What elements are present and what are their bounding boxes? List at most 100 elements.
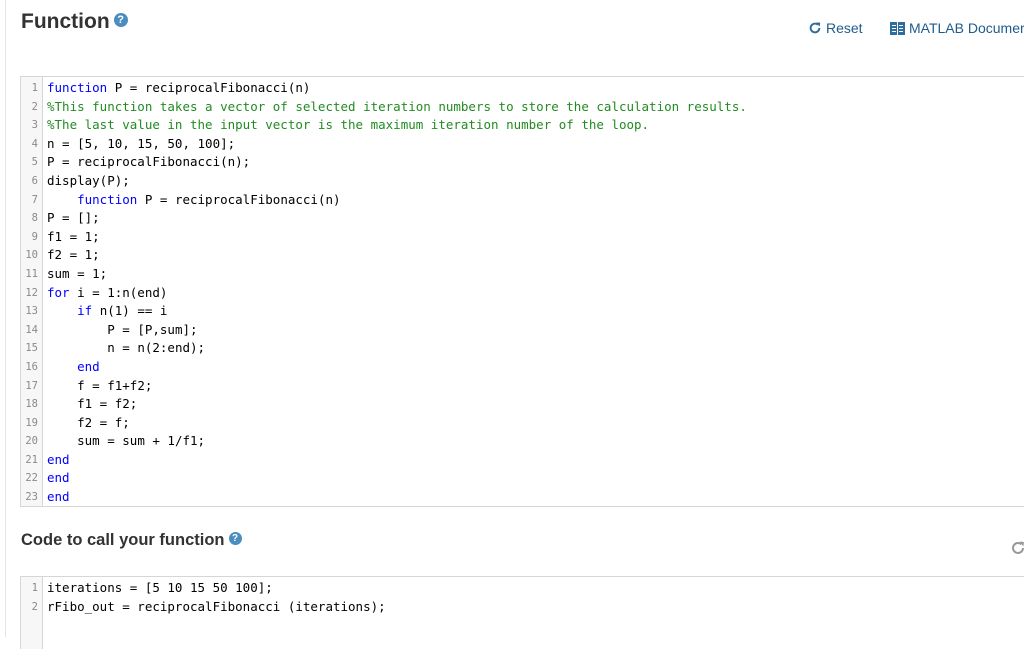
line-number: 16 [25, 360, 38, 373]
code-text: f1 = 1; [47, 228, 100, 247]
call-code-editor[interactable]: 1 iterations = [5 10 15 50 100]; 2 rFibo_ou… [20, 576, 1024, 649]
docs-label: MATLAB Documer [909, 20, 1024, 36]
matlab-documentation-link[interactable]: MATLAB Documer [890, 20, 1024, 36]
code-line[interactable]: 4 n = [5, 10, 15, 50, 100]; [21, 135, 1024, 154]
code-line[interactable]: 7 function P = reciprocalFibonacci(n) [21, 191, 1024, 210]
code-text: display(P); [47, 172, 130, 191]
code-text: function P = reciprocalFibonacci(n) [47, 79, 310, 98]
code-rest: P = reciprocalFibonacci(n) [137, 191, 341, 207]
code-line[interactable]: 20 sum = sum + 1/f1; [21, 432, 1024, 451]
refresh-icon [809, 22, 821, 34]
line-number: 13 [25, 305, 38, 318]
line-number: 21 [25, 453, 38, 466]
code-text: P = []; [47, 209, 100, 228]
line-number: 9 [31, 230, 38, 243]
code-keyword: end [77, 358, 100, 374]
code-text: %This function takes a vector of selecte… [47, 98, 747, 117]
code-rest: n(1) == i [92, 303, 168, 319]
code-text: f = f1+f2; [47, 377, 152, 396]
code-text: end [47, 469, 70, 488]
code-line[interactable]: 1 function P = reciprocalFibonacci(n) [21, 79, 1024, 98]
code-line[interactable]: 23 end [21, 488, 1024, 507]
line-number: 20 [25, 435, 38, 448]
code-line[interactable]: 18 f1 = f2; [21, 395, 1024, 414]
line-number: 12 [25, 286, 38, 299]
code-line[interactable]: 19 f2 = f; [21, 414, 1024, 433]
code-line[interactable]: 14 P = [P,sum]; [21, 321, 1024, 340]
function-title-text: Function [21, 10, 110, 33]
code-statement: n = n(2:end); [107, 340, 206, 356]
line-number: 22 [25, 472, 38, 485]
code-line[interactable]: 13 if n(1) == i [21, 302, 1024, 321]
line-number: 5 [31, 156, 38, 169]
code-keyword: function [77, 191, 138, 207]
code-statement: f1 = f2; [77, 396, 138, 412]
line-number: 11 [25, 267, 38, 280]
line-number: 10 [25, 249, 38, 262]
code-line[interactable]: 10 f2 = 1; [21, 246, 1024, 265]
code-text: iterations = [5 10 15 50 100]; [47, 579, 273, 598]
line-number: 3 [31, 119, 38, 132]
code-line[interactable]: 17 f = f1+f2; [21, 377, 1024, 396]
line-number: 1 [31, 582, 38, 594]
line-number: 18 [25, 398, 38, 411]
line-number: 8 [31, 212, 38, 225]
reset-button[interactable]: Reset [808, 20, 863, 36]
code-comment: %This function takes a vector of selecte… [47, 98, 747, 114]
code-text: sum = 1; [47, 265, 107, 284]
code-line[interactable]: 12 for i = 1:n(end) [21, 284, 1024, 303]
call-title-text: Code to call your function [21, 531, 225, 549]
refresh-icon[interactable] [1010, 540, 1024, 556]
code-statement: P = [P,sum]; [107, 321, 198, 337]
code-text: %The last value in the input vector is t… [47, 116, 649, 135]
code-keyword: for [47, 284, 70, 300]
code-text: P = [P,sum]; [47, 321, 198, 340]
code-statement: P = reciprocalFibonacci(n); [47, 154, 251, 170]
page-left-border [5, 0, 6, 637]
reset-label: Reset [826, 20, 863, 36]
code-line[interactable]: 8 P = []; [21, 209, 1024, 228]
code-line[interactable]: 2 %This function takes a vector of select… [21, 98, 1024, 117]
code-line[interactable]: 21 end [21, 451, 1024, 470]
code-line[interactable]: 6 display(P); [21, 172, 1024, 191]
code-keyword: if [77, 303, 93, 319]
code-line[interactable]: 9 f1 = 1; [21, 228, 1024, 247]
question-circle-icon[interactable]: ? [228, 532, 242, 546]
line-number: 2 [31, 100, 38, 113]
code-text: n = [5, 10, 15, 50, 100]; [47, 135, 235, 154]
function-code-editor[interactable]: 1 function P = reciprocalFibonacci(n) 2 %Th… [20, 76, 1024, 507]
line-number: 4 [31, 137, 38, 150]
code-comment: %The last value in the input vector is t… [47, 117, 650, 133]
line-number: 6 [31, 174, 38, 187]
line-number: 23 [25, 491, 38, 504]
line-number: 15 [25, 342, 38, 355]
code-line[interactable]: 15 n = n(2:end); [21, 339, 1024, 358]
code-line[interactable]: 22 end [21, 469, 1024, 488]
code-line[interactable]: 16 end [21, 358, 1024, 377]
line-number: 1 [31, 82, 38, 94]
code-keyword: end [47, 489, 70, 505]
line-number: 7 [31, 193, 38, 206]
line-number: 2 [31, 600, 38, 613]
code-text: f2 = 1; [47, 246, 100, 265]
code-line[interactable]: 5 P = reciprocalFibonacci(n); [21, 153, 1024, 172]
line-number: 19 [25, 416, 38, 429]
code-text: end [47, 358, 100, 377]
code-statement: f2 = f; [77, 414, 130, 430]
code-statement: display(P); [47, 172, 130, 188]
code-statement: f1 = 1; [47, 228, 100, 244]
code-text: end [47, 451, 70, 470]
code-line[interactable]: 11 sum = 1; [21, 265, 1024, 284]
code-statement: n = [5, 10, 15, 50, 100]; [47, 135, 236, 151]
code-text: if n(1) == i [47, 302, 167, 321]
question-circle-icon[interactable]: ? [113, 13, 128, 28]
code-line[interactable]: 2 rFibo_out = reciprocalFibonacci (iterat… [21, 598, 1024, 617]
code-text: function P = reciprocalFibonacci(n) [47, 191, 341, 210]
code-statement: P = []; [47, 210, 100, 226]
code-line[interactable]: 3 %The last value in the input vector is … [21, 116, 1024, 135]
code-text: P = reciprocalFibonacci(n); [47, 153, 250, 172]
code-line[interactable]: 1 iterations = [5 10 15 50 100]; [21, 579, 1024, 598]
